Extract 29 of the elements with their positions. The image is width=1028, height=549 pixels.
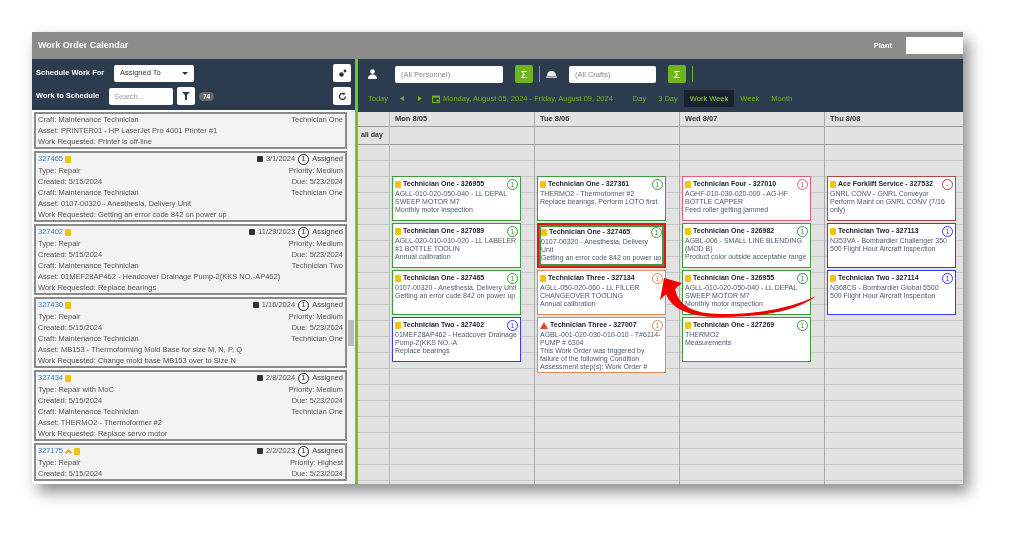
refresh-icon [337, 91, 347, 101]
next-icon[interactable] [418, 96, 422, 101]
service-bell-icon [546, 70, 557, 78]
scrollbar[interactable] [347, 110, 355, 484]
previous-icon[interactable] [400, 96, 404, 101]
window-title: Work Order Calendar [38, 38, 129, 52]
work-order-card[interactable] [34, 151, 347, 222]
sigma-icon [521, 70, 527, 78]
filter-icon [182, 92, 190, 100]
person-icon [368, 69, 377, 79]
work-order-card[interactable] [34, 370, 347, 441]
settings-button[interactable] [333, 64, 351, 82]
sum-button[interactable] [515, 65, 533, 83]
warning-icon [540, 321, 548, 329]
sigma-icon [674, 70, 680, 78]
calendar-icon [249, 229, 256, 235]
calendar-icon [256, 375, 263, 381]
filter-button[interactable] [177, 87, 195, 105]
refresh-button[interactable] [333, 87, 351, 105]
work-order-card[interactable] [34, 224, 347, 295]
settings-icon [337, 68, 347, 78]
sum-button[interactable] [668, 65, 686, 83]
calendar-icon [256, 448, 263, 454]
plant-field[interactable] [906, 37, 963, 54]
caret-icon [182, 71, 188, 75]
calendar-icon [432, 94, 440, 103]
calendar-icon [252, 302, 259, 308]
work-order-card[interactable] [34, 297, 347, 368]
calendar-icon [256, 156, 263, 162]
